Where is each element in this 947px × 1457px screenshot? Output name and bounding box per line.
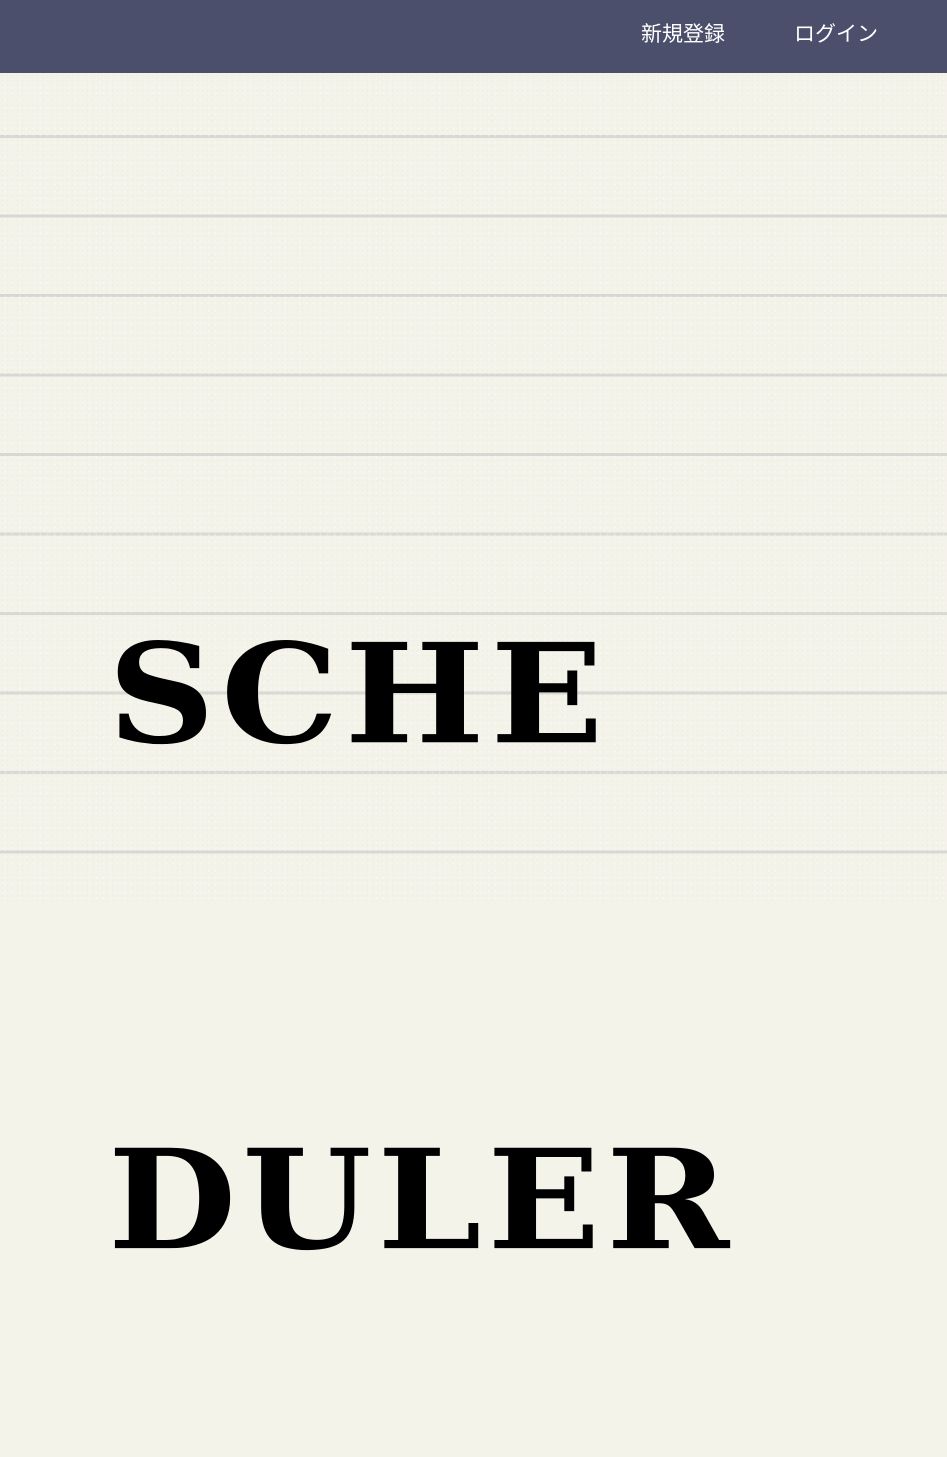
signup-link[interactable]: 新規登録 (641, 20, 725, 48)
top-nav-bar: 新規登録 ログイン (0, 0, 947, 73)
login-link[interactable]: ログイン (794, 20, 878, 48)
scheduler-logo: SCHE DULER (108, 280, 735, 1457)
logo-line-1: SCHE (108, 612, 610, 775)
logo-line-2: DULER (108, 1118, 736, 1281)
